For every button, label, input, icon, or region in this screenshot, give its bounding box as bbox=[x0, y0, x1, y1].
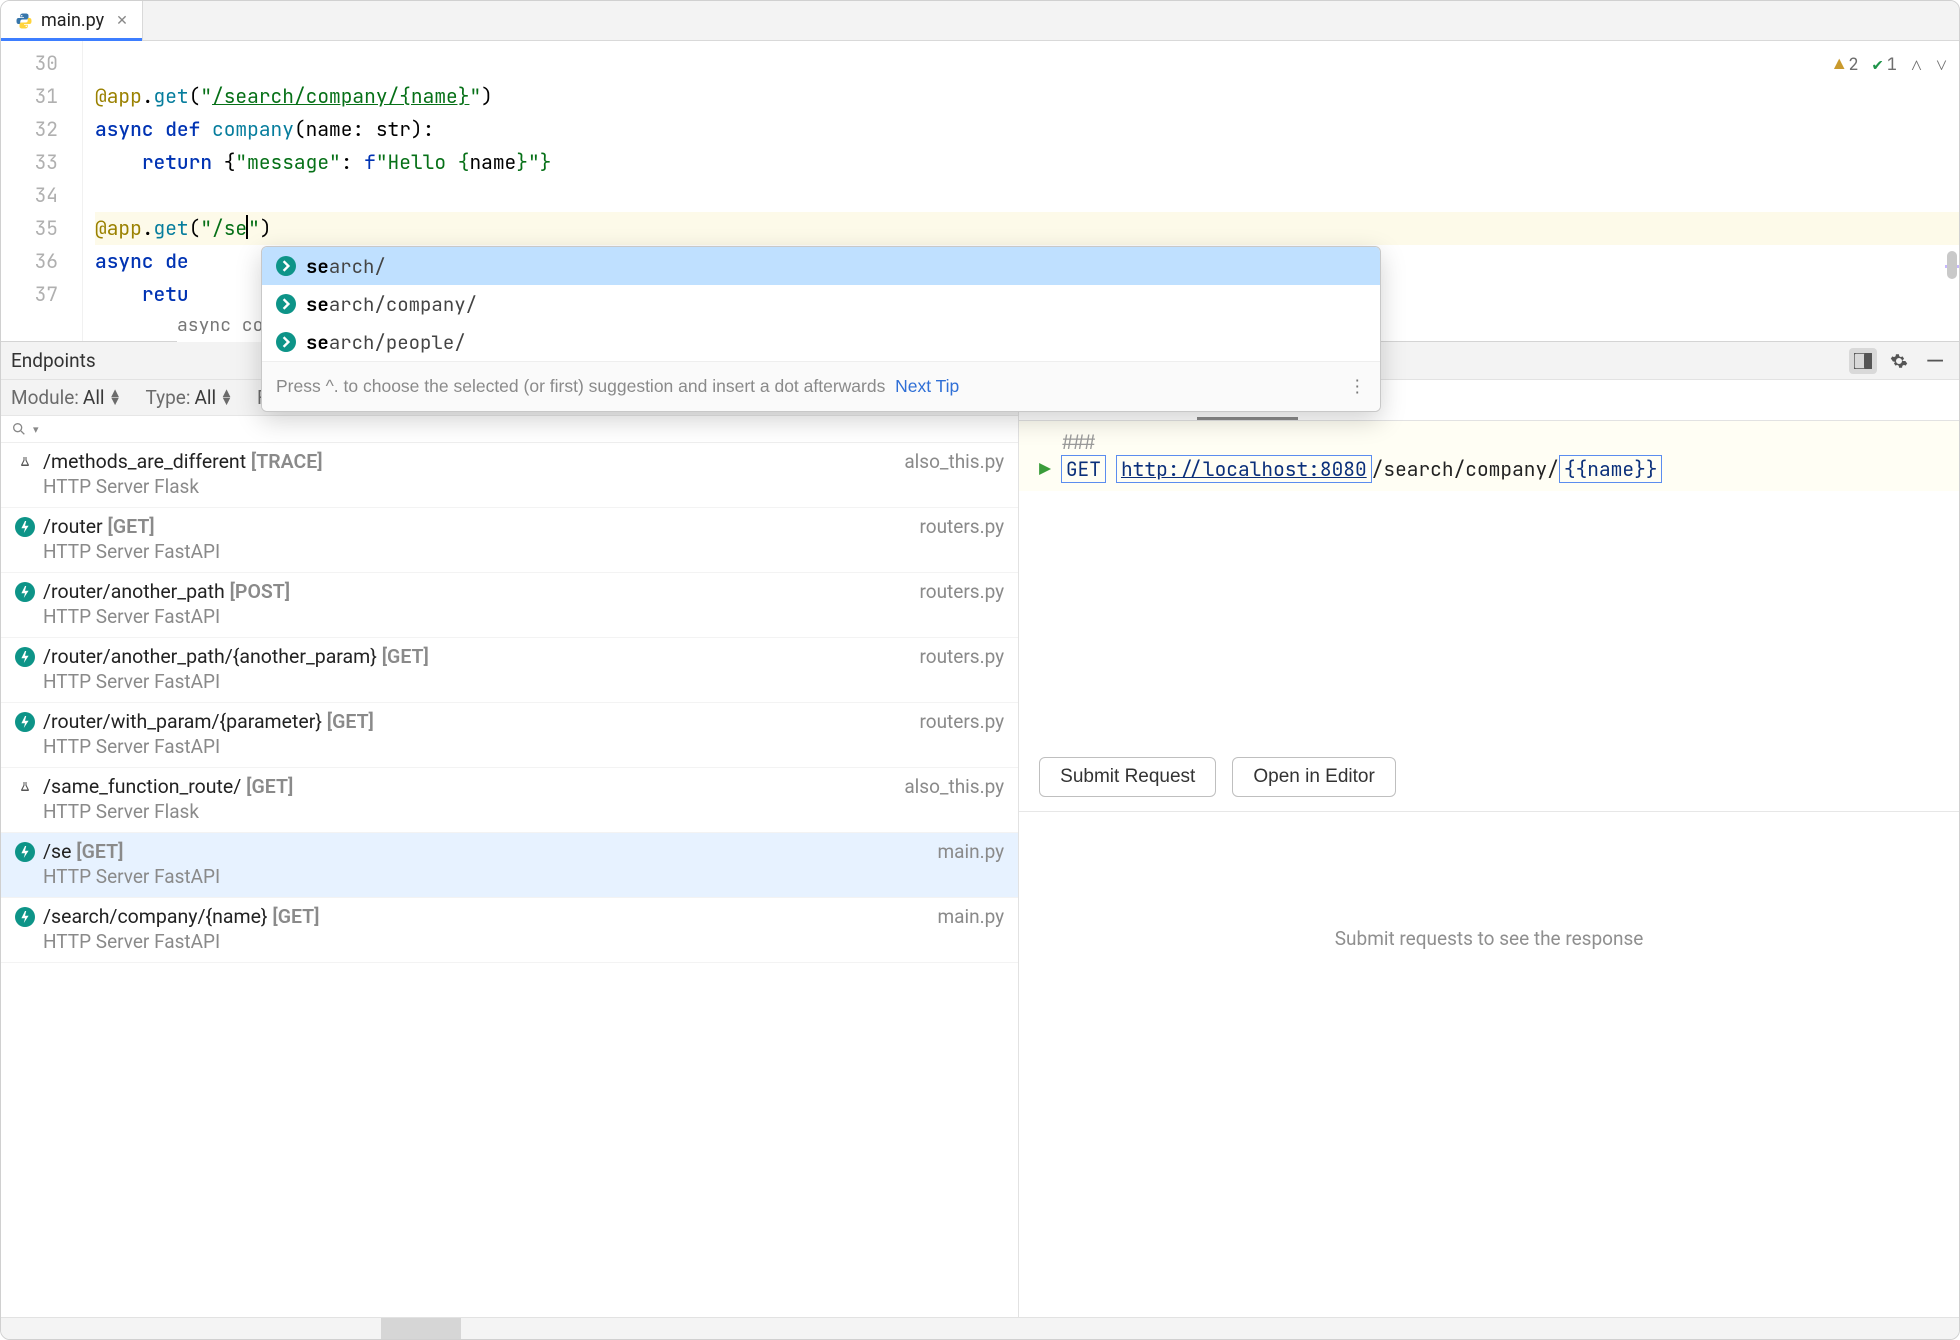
endpoint-file: also_this.py bbox=[904, 775, 1004, 798]
endpoint-path: /search/company/{name} [GET] bbox=[43, 905, 320, 928]
toolwindow-title: Endpoints bbox=[11, 349, 96, 372]
endpoints-toolwindow: Endpoints — Module: All ▲▼ bbox=[1, 341, 1959, 1317]
endpoint-subtitle: HTTP Server FastAPI bbox=[43, 865, 1004, 888]
endpoint-subtitle: HTTP Server FastAPI bbox=[43, 930, 1004, 953]
editor-gutter: 30 31 32 33 34 35 36 37 bbox=[1, 41, 83, 341]
endpoint-method: [GET] bbox=[327, 710, 374, 733]
sort-icon: ▲▼ bbox=[220, 390, 233, 406]
endpoint-item[interactable]: /router/another_path/{another_param} [GE… bbox=[1, 638, 1018, 703]
endpoint-method: [TRACE] bbox=[251, 450, 323, 473]
endpoint-method: [GET] bbox=[382, 645, 429, 668]
endpoints-list[interactable]: /methods_are_different [TRACE] also_this.… bbox=[1, 443, 1018, 1317]
toggle-side-panel-icon[interactable] bbox=[1849, 348, 1877, 374]
endpoint-file: routers.py bbox=[919, 580, 1004, 603]
submit-request-button[interactable]: Submit Request bbox=[1039, 757, 1216, 797]
endpoint-path: /se [GET] bbox=[43, 840, 123, 863]
horizontal-splitter[interactable] bbox=[381, 1318, 461, 1339]
endpoint-path: /router/another_path [POST] bbox=[43, 580, 290, 603]
http-param: {{name}} bbox=[1559, 455, 1663, 483]
endpoint-subtitle: HTTP Server Flask bbox=[43, 475, 1004, 498]
endpoint-file: also_this.py bbox=[904, 450, 1004, 473]
endpoint-method: [POST] bbox=[230, 580, 291, 603]
completion-item[interactable]: search/people/ bbox=[262, 323, 1380, 361]
next-tip-link[interactable]: Next Tip bbox=[895, 376, 959, 396]
editor-tab-title: main.py bbox=[41, 10, 104, 31]
checkmark-icon: ✔ bbox=[1873, 49, 1883, 82]
http-path: /search/company/ bbox=[1372, 456, 1559, 482]
endpoint-icon bbox=[276, 332, 296, 352]
inspection-widget[interactable]: ▲2 ✔1 ˄ ˅ bbox=[1834, 49, 1947, 82]
editor-tabbar: main.py ✕ bbox=[1, 1, 1959, 41]
endpoint-method: [GET] bbox=[76, 840, 123, 863]
flask-icon bbox=[15, 452, 35, 472]
endpoint-item[interactable]: /same_function_route/ [GET] also_this.pyH… bbox=[1, 768, 1018, 833]
response-placeholder: Submit requests to see the response bbox=[1019, 812, 1959, 1064]
endpoint-file: routers.py bbox=[919, 645, 1004, 668]
endpoint-path: /methods_are_different [TRACE] bbox=[43, 450, 323, 473]
http-separator: ### bbox=[1039, 429, 1941, 455]
http-host: http://localhost:8080 bbox=[1116, 455, 1372, 483]
endpoint-path: /router/with_param/{parameter} [GET] bbox=[43, 710, 374, 733]
chevron-down-icon: ▾ bbox=[33, 423, 39, 436]
endpoint-icon bbox=[276, 294, 296, 314]
endpoints-search[interactable]: ▾ bbox=[1, 416, 1018, 443]
sort-icon: ▲▼ bbox=[109, 390, 122, 406]
editor-scrollbar[interactable] bbox=[1945, 41, 1959, 341]
endpoint-file: routers.py bbox=[919, 515, 1004, 538]
endpoint-item[interactable]: /search/company/{name} [GET] main.pyHTTP … bbox=[1, 898, 1018, 963]
completion-hint: Press ^. to choose the selected (or firs… bbox=[276, 370, 959, 403]
endpoint-item[interactable]: /router/another_path [POST] routers.pyHTT… bbox=[1, 573, 1018, 638]
fastapi-icon bbox=[15, 842, 35, 862]
code-editor[interactable]: 30 31 32 33 34 35 36 37 @app.get("/searc… bbox=[1, 41, 1959, 341]
http-request-editor[interactable]: ### ▶ GET http://localhost:8080/search/c… bbox=[1019, 421, 1959, 491]
fastapi-icon bbox=[15, 907, 35, 927]
endpoint-file: routers.py bbox=[919, 710, 1004, 733]
scrollbar-thumb[interactable] bbox=[1947, 251, 1957, 279]
endpoint-file: main.py bbox=[937, 840, 1004, 863]
run-icon[interactable]: ▶ bbox=[1039, 456, 1051, 482]
endpoint-subtitle: HTTP Server FastAPI bbox=[43, 605, 1004, 628]
close-icon[interactable]: ✕ bbox=[116, 13, 128, 29]
endpoint-path: /same_function_route/ [GET] bbox=[43, 775, 293, 798]
http-method: GET bbox=[1061, 455, 1106, 483]
endpoint-path: /router [GET] bbox=[43, 515, 155, 538]
filter-module[interactable]: Module: All ▲▼ bbox=[11, 386, 121, 409]
endpoint-method: [GET] bbox=[246, 775, 293, 798]
breadcrumb[interactable]: async co bbox=[177, 309, 263, 342]
search-icon bbox=[11, 421, 27, 437]
endpoint-method: [GET] bbox=[272, 905, 319, 928]
python-file-icon bbox=[15, 12, 33, 30]
endpoint-method: [GET] bbox=[108, 515, 155, 538]
prev-highlight-icon[interactable]: ˄ bbox=[1911, 49, 1922, 82]
completion-popup: search/ search/company/ search/people/ P… bbox=[261, 246, 1381, 412]
endpoint-subtitle: HTTP Server Flask bbox=[43, 800, 1004, 823]
endpoint-subtitle: HTTP Server FastAPI bbox=[43, 670, 1004, 693]
hide-toolwindow-icon[interactable]: — bbox=[1921, 348, 1949, 374]
fastapi-icon bbox=[15, 712, 35, 732]
completion-item[interactable]: search/company/ bbox=[262, 285, 1380, 323]
endpoint-item[interactable]: /se [GET] main.pyHTTP Server FastAPI bbox=[1, 833, 1018, 898]
endpoint-path: /router/another_path/{another_param} [GE… bbox=[43, 645, 429, 668]
endpoint-subtitle: HTTP Server FastAPI bbox=[43, 735, 1004, 758]
warning-icon: ▲ bbox=[1834, 49, 1844, 82]
gear-icon[interactable] bbox=[1885, 348, 1913, 374]
endpoint-icon bbox=[276, 256, 296, 276]
open-in-editor-button[interactable]: Open in Editor bbox=[1232, 757, 1395, 797]
endpoint-item[interactable]: /methods_are_different [TRACE] also_this.… bbox=[1, 443, 1018, 508]
more-icon[interactable]: ⋮ bbox=[1349, 370, 1367, 403]
filter-type[interactable]: Type: All ▲▼ bbox=[145, 386, 233, 409]
endpoint-subtitle: HTTP Server FastAPI bbox=[43, 540, 1004, 563]
endpoint-item[interactable]: /router [GET] routers.pyHTTP Server FastA… bbox=[1, 508, 1018, 573]
editor-tab-main-py[interactable]: main.py ✕ bbox=[1, 1, 143, 40]
status-bar bbox=[1, 1317, 1959, 1339]
fastapi-icon bbox=[15, 517, 35, 537]
endpoint-item[interactable]: /router/with_param/{parameter} [GET] rout… bbox=[1, 703, 1018, 768]
fastapi-icon bbox=[15, 582, 35, 602]
endpoint-file: main.py bbox=[937, 905, 1004, 928]
fastapi-icon bbox=[15, 647, 35, 667]
completion-item[interactable]: search/ bbox=[262, 247, 1380, 285]
flask-icon bbox=[15, 777, 35, 797]
